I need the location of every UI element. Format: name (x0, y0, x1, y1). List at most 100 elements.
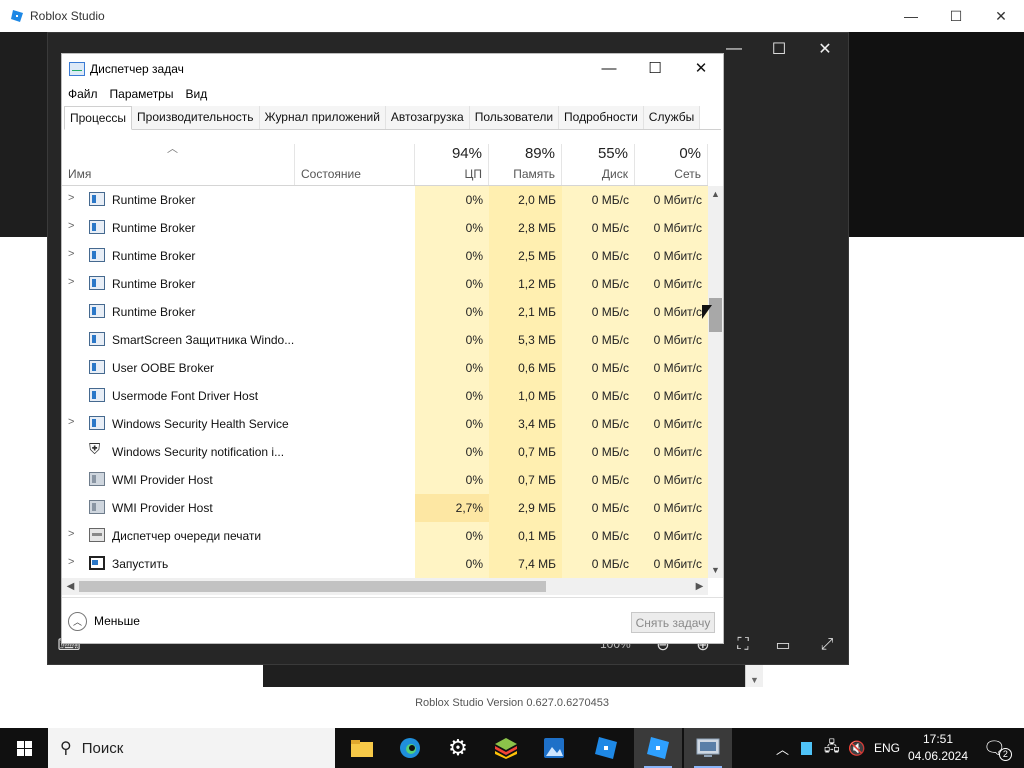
process-row[interactable]: Runtime Broker 0% 2,1 МБ 0 МБ/с 0 Мбит/с (62, 298, 708, 326)
process-name: User OOBE Broker (112, 361, 215, 375)
process-network: 0 Мбит/с (635, 466, 708, 494)
scroll-down-icon[interactable]: ▼ (708, 562, 723, 578)
chevron-right-icon[interactable]: > (68, 276, 74, 288)
end-task-button[interactable]: Снять задачу (631, 612, 715, 633)
roblox-studio-icon[interactable] (582, 728, 630, 768)
column-header-status[interactable]: Состояние (295, 144, 415, 186)
minimize-button[interactable]: — (888, 0, 934, 32)
task-manager-title: Диспетчер задач (90, 62, 184, 76)
scroll-up-icon[interactable]: ▲ (708, 186, 723, 202)
tab-users[interactable]: Пользователи (469, 106, 560, 129)
chevron-right-icon[interactable]: > (68, 248, 74, 260)
close-button[interactable]: ✕ (978, 0, 1024, 32)
process-row[interactable]: Usermode Font Driver Host 0% 1,0 МБ 0 МБ/с 0… (62, 382, 708, 410)
scroll-right-icon[interactable]: ▶ (691, 578, 708, 595)
vm-close-button[interactable]: ✕ (802, 36, 848, 62)
vertical-scrollbar[interactable]: ▲ ▼ (708, 186, 723, 578)
column-header-disk[interactable]: 55% Диск (562, 144, 635, 186)
vm-maximize-button[interactable]: ☐ (756, 36, 802, 62)
chevron-right-icon[interactable]: > (68, 528, 74, 540)
photos-icon[interactable] (530, 728, 578, 768)
clock-time: 17:51 (922, 732, 954, 746)
app-window-icon (89, 248, 105, 262)
process-disk: 0 МБ/с (562, 186, 635, 214)
notifications-icon[interactable]: 🗨 2 (983, 728, 1012, 768)
process-row[interactable]: WMI Provider Host 2,7% 2,9 МБ 0 МБ/с 0 Мбит/… (62, 494, 708, 522)
fewer-details-button[interactable]: ︿ Меньше (68, 611, 140, 631)
fit-screen-icon[interactable]: ⛶ (728, 632, 758, 658)
tab-performance[interactable]: Производительность (132, 106, 260, 129)
tm-minimize-button[interactable]: — (586, 54, 632, 82)
process-cpu: 0% (415, 550, 489, 578)
shield-icon (89, 441, 105, 458)
tab-services[interactable]: Службы (643, 106, 701, 129)
process-name: Runtime Broker (112, 221, 196, 235)
network-total: 0% (679, 145, 701, 162)
chevron-right-icon[interactable]: > (68, 220, 74, 232)
start-button[interactable] (0, 728, 48, 768)
file-explorer-icon[interactable] (338, 728, 386, 768)
process-row[interactable]: > Windows Security Health Service 0% 3,4 МБ… (62, 410, 708, 438)
screen-mode-icon[interactable]: ▭ (768, 632, 798, 658)
search-box[interactable]: ⚲ Поиск (48, 728, 335, 768)
process-memory: 2,8 МБ (489, 214, 562, 242)
chevron-right-icon[interactable]: > (68, 192, 74, 204)
fullscreen-icon[interactable]: ⤢ (812, 632, 842, 658)
tab-startup[interactable]: Автозагрузка (385, 106, 470, 129)
show-hidden-icons-icon[interactable]: ︿ (776, 728, 789, 768)
process-row[interactable]: > Runtime Broker 0% 2,5 МБ 0 МБ/с 0 Мбит/с (62, 242, 708, 270)
chevron-right-icon[interactable]: > (68, 416, 74, 428)
clock[interactable]: 17:51 04.06.2024 (905, 731, 971, 765)
menu-file[interactable]: Файл (62, 84, 104, 104)
process-row[interactable]: > Запустить 0% 7,4 МБ 0 МБ/с 0 Мбит/с (62, 550, 708, 578)
process-disk: 0 МБ/с (562, 494, 635, 522)
process-network: 0 Мбит/с (635, 410, 708, 438)
input-language[interactable]: ENG (874, 728, 900, 768)
process-row[interactable]: User OOBE Broker 0% 0,6 МБ 0 МБ/с 0 Мбит/с (62, 354, 708, 382)
process-disk: 0 МБ/с (562, 382, 635, 410)
process-disk: 0 МБ/с (562, 550, 635, 578)
network-icon[interactable]: 🖧 (824, 728, 840, 768)
process-row[interactable]: > Runtime Broker 0% 2,8 МБ 0 МБ/с 0 Мбит/с (62, 214, 708, 242)
process-disk: 0 МБ/с (562, 270, 635, 298)
process-row[interactable]: > Runtime Broker 0% 2,0 МБ 0 МБ/с 0 Мбит/с (62, 186, 708, 214)
menu-view[interactable]: Вид (179, 84, 213, 104)
task-manager-icon (69, 62, 85, 76)
process-row[interactable]: > Runtime Broker 0% 1,2 МБ 0 МБ/с 0 Мбит/с (62, 270, 708, 298)
volume-muted-icon[interactable]: 🔇 (848, 728, 865, 768)
column-header-cpu[interactable]: 94% ЦП (415, 144, 489, 186)
column-header-name[interactable]: Имя (62, 144, 295, 186)
horizontal-scroll-thumb[interactable] (79, 581, 546, 592)
process-name: WMI Provider Host (112, 473, 213, 487)
process-list: > Runtime Broker 0% 2,0 МБ 0 МБ/с 0 Мбит/с > Ru… (62, 186, 708, 578)
bluestacks-icon[interactable] (482, 728, 530, 768)
horizontal-scrollbar[interactable]: ◀ ▶ (62, 578, 708, 595)
roblox-player-icon[interactable] (634, 728, 682, 768)
menu-options[interactable]: Параметры (104, 84, 180, 104)
column-header-network[interactable]: 0% Сеть (635, 144, 708, 186)
remote-desktop-icon[interactable] (684, 728, 732, 768)
process-row[interactable]: > Диспетчер очереди печати 0% 0,1 МБ 0 МБ/с 0… (62, 522, 708, 550)
search-icon: ⚲ (60, 740, 72, 757)
column-header-memory[interactable]: 89% Память (489, 144, 562, 186)
wmi-icon (89, 500, 105, 514)
process-cpu: 0% (415, 410, 489, 438)
settings-icon[interactable]: ⚙ (434, 728, 482, 768)
process-row[interactable]: WMI Provider Host 0% 0,7 МБ 0 МБ/с 0 Мбит/с (62, 466, 708, 494)
chevron-right-icon[interactable]: > (68, 556, 74, 568)
process-row[interactable]: SmartScreen Защитника Windo... 0% 5,3 МБ 0 … (62, 326, 708, 354)
edge-icon[interactable] (386, 728, 434, 768)
maximize-button[interactable]: ☐ (933, 0, 979, 32)
task-manager-footer: ︿ Меньше Снять задачу (62, 597, 723, 643)
process-network: 0 Мбит/с (635, 214, 708, 242)
tray-app-icon[interactable] (801, 728, 812, 768)
tab-app-history[interactable]: Журнал приложений (259, 106, 386, 129)
scroll-left-icon[interactable]: ◀ (62, 578, 79, 595)
process-row[interactable]: Windows Security notification i... 0%0,7 … (62, 438, 708, 466)
tm-close-button[interactable]: ✕ (678, 54, 724, 82)
scroll-down-icon[interactable]: ▼ (745, 665, 763, 687)
process-cpu: 0% (415, 326, 489, 354)
tm-maximize-button[interactable]: ☐ (632, 54, 678, 82)
tab-processes[interactable]: Процессы (64, 106, 133, 130)
tab-details[interactable]: Подробности (559, 106, 644, 129)
